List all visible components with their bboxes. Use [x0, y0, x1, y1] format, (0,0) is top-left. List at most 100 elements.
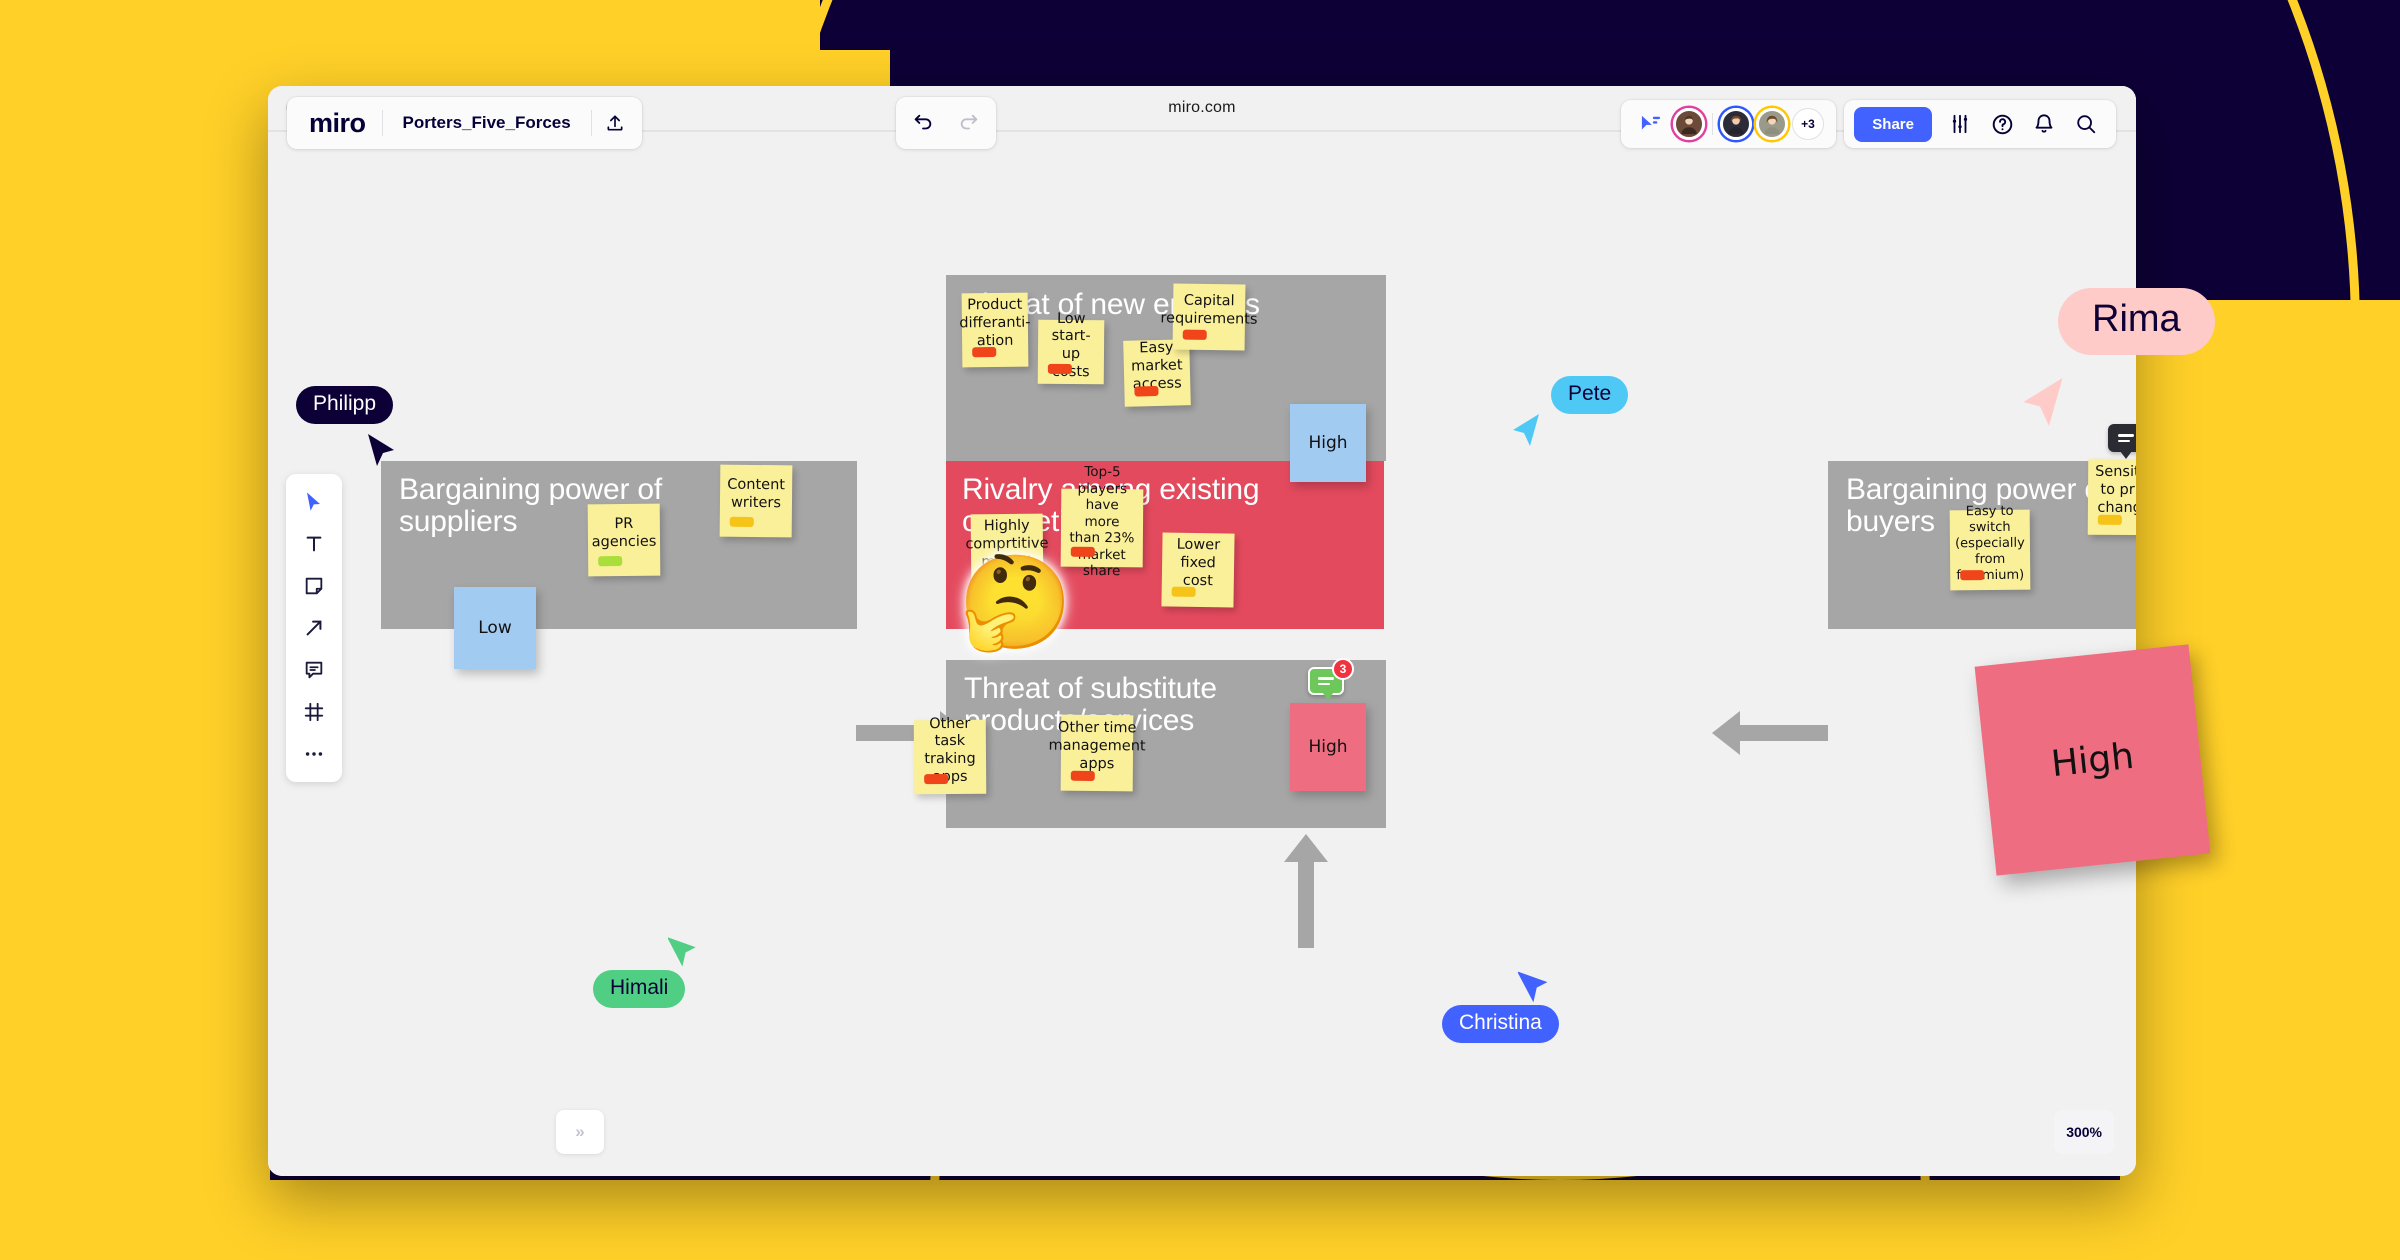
more-tool[interactable]	[294, 734, 334, 774]
miro-canvas[interactable]: Threat of new entrants Bargaining power …	[268, 132, 2136, 1176]
collaborators-group: +3	[1621, 100, 1836, 148]
connector-arrowhead-up	[1284, 834, 1328, 862]
connector-arrow-icon	[306, 620, 322, 636]
cursor-icon	[307, 492, 320, 511]
card-substitutes-verdict-high[interactable]: High	[1290, 703, 1366, 791]
sticky-text: Content writers	[727, 477, 786, 512]
comment-icon	[305, 661, 323, 679]
avatar-image	[1756, 108, 1788, 140]
connector-arrowhead-left	[1712, 711, 1740, 755]
sticky-sensitive-to-price-changes[interactable]: Sensitive to price changes	[2087, 458, 2136, 536]
sticky-tag	[1960, 570, 1985, 581]
board-toolbar-left: miro Porters_Five_Forces	[287, 97, 642, 149]
comment-lines-icon	[1318, 677, 1334, 685]
sticky-text: Other time management apps	[1048, 720, 1146, 772]
divider	[1712, 113, 1713, 135]
frame-icon	[304, 702, 324, 722]
comment-icon-price-sensitive[interactable]	[2108, 424, 2136, 459]
connector-buyers-to-rivalry	[1740, 725, 1828, 741]
question-circle-icon[interactable]	[1982, 104, 2022, 144]
sticky-top5-market-share[interactable]: Top-5 players have more than 23% market …	[1060, 464, 1144, 579]
cursor-pointer-christina	[1518, 971, 1548, 1003]
sticky-capital-requirements[interactable]: Capital requirements	[1160, 283, 1258, 351]
sticky-text: Top-5 players have more than 23% market …	[1069, 464, 1135, 580]
sticky-text: PR agencies	[591, 516, 657, 551]
connector-substitutes-to-rivalry	[1298, 862, 1314, 948]
export-icon[interactable]	[592, 100, 638, 146]
select-tool[interactable]	[294, 482, 334, 522]
avatar-image	[1720, 108, 1752, 140]
avatar[interactable]	[1756, 108, 1788, 140]
cursor-label-rima: Rima	[2058, 288, 2215, 355]
sticky-low-startup-costs[interactable]: Low start-up costs	[1037, 311, 1105, 385]
bell-icon[interactable]	[2024, 104, 2064, 144]
cursor-pointer-philipp	[368, 434, 394, 466]
creation-toolbar	[286, 474, 342, 782]
miro-logo[interactable]: miro	[291, 108, 382, 139]
sticky-easy-to-switch[interactable]: Easy to switch (especially from freemium…	[1949, 504, 2031, 591]
sticky-product-differentiation[interactable]: Product differanti-ation	[959, 292, 1031, 368]
sliders-icon[interactable]	[1940, 104, 1980, 144]
backdrop-shape-left	[0, 300, 270, 1260]
thinking-face-emoji: 🤔	[958, 552, 1073, 654]
avatar[interactable]	[1673, 108, 1705, 140]
comment-icon-substitutes-high[interactable]: 3	[1308, 658, 1354, 700]
sticky-tag	[1182, 329, 1207, 340]
thinking-face-sticker[interactable]: 🤔	[958, 557, 1073, 649]
cursor-pointer-himali	[668, 937, 696, 967]
sticky-tag	[598, 556, 623, 567]
card-text: Low	[478, 618, 512, 638]
card-suppliers-verdict-low[interactable]: Low	[454, 587, 536, 669]
more-dots-icon	[305, 752, 323, 756]
sticky-text: Product differanti-ation	[959, 297, 1031, 350]
sticky-note-icon	[305, 577, 323, 595]
sticky-content-writers[interactable]: Content writers	[719, 464, 793, 538]
expand-panel-button[interactable]: »	[556, 1110, 604, 1154]
browser-window: miro.com Threat of new entrants Bargaini…	[268, 86, 2136, 1176]
card-text: High	[1308, 737, 1348, 757]
share-button[interactable]: Share	[1854, 106, 1932, 142]
sticky-tag	[1047, 363, 1072, 375]
cursor-label-philipp: Philipp	[296, 386, 394, 424]
frame-tool[interactable]	[294, 692, 334, 732]
sticky-tag	[972, 346, 997, 358]
address-bar[interactable]: miro.com	[1168, 99, 1235, 117]
comment-tool[interactable]	[294, 650, 334, 690]
cursor-pointer-rima	[2023, 378, 2063, 426]
undo-redo-group	[896, 97, 996, 149]
card-text: High	[1308, 433, 1348, 453]
undo-icon[interactable]	[900, 100, 946, 146]
sticky-tag	[1134, 385, 1159, 397]
redo-icon[interactable]	[946, 100, 992, 146]
sticky-lower-fixed-cost[interactable]: Lower fixed cost	[1161, 532, 1235, 608]
card-text: High	[2049, 735, 2136, 785]
presence-cursor-icon[interactable]	[1633, 106, 1669, 142]
cursor-pointer-pete	[1513, 414, 1539, 446]
cursor-label-pete: Pete	[1551, 376, 1629, 414]
sticky-tool[interactable]	[294, 566, 334, 606]
cursor-label-himali: Himali	[593, 970, 686, 1008]
text-tool[interactable]	[294, 524, 334, 564]
sticky-other-time-management-apps[interactable]: Other time management apps	[1048, 714, 1146, 792]
sticky-tag	[729, 516, 754, 527]
shape-tool[interactable]	[294, 608, 334, 648]
comment-count-badge: 3	[1332, 658, 1354, 680]
search-icon[interactable]	[2066, 104, 2106, 144]
text-icon	[306, 536, 322, 552]
avatar-image	[1673, 108, 1705, 140]
board-actions-group: Share	[1844, 100, 2116, 148]
card-buyers-verdict-high[interactable]: High	[1974, 644, 2211, 876]
sticky-text: Sensitive to price changes	[2095, 464, 2136, 517]
sticky-tag	[1171, 586, 1196, 597]
sticky-tag	[2097, 514, 2122, 525]
sticky-other-task-tracking-apps[interactable]: Other task traking apps	[913, 715, 987, 795]
sticky-tag	[1070, 770, 1095, 781]
avatar-overflow-count[interactable]: +3	[1792, 108, 1824, 140]
avatar[interactable]	[1720, 108, 1752, 140]
sticky-tag	[1070, 546, 1095, 557]
zoom-level-indicator[interactable]: 300%	[2054, 1110, 2114, 1154]
board-title[interactable]: Porters_Five_Forces	[383, 113, 591, 133]
card-entrants-verdict-high[interactable]: High	[1290, 404, 1366, 482]
sticky-pr-agencies[interactable]: PR agencies	[587, 503, 661, 577]
sticky-tag	[924, 774, 949, 785]
